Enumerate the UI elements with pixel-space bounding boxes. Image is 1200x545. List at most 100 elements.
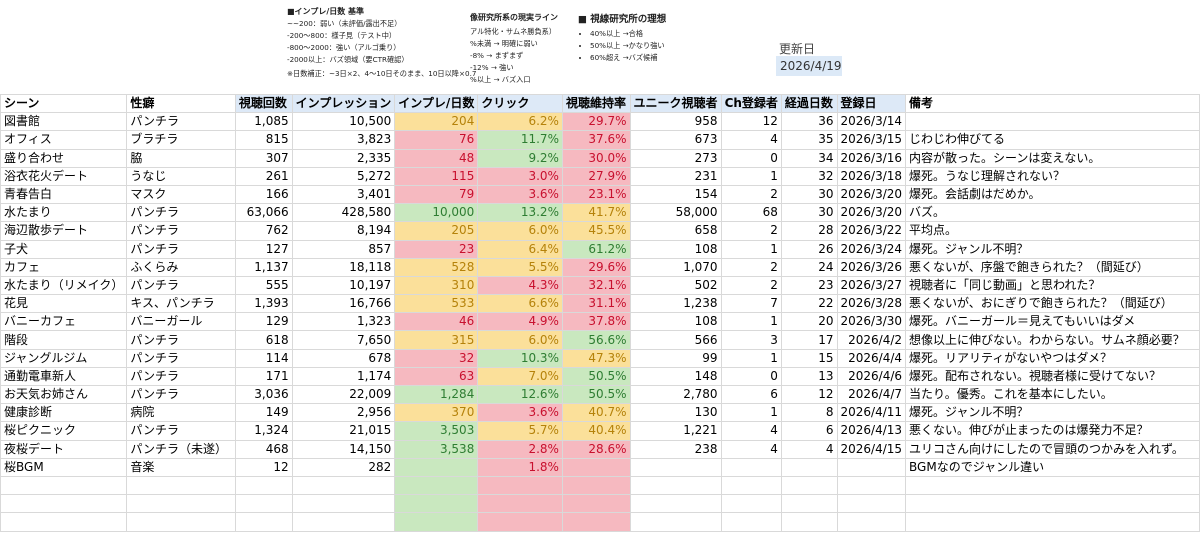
registered-date-cell[interactable]: 2026/3/14 — [836, 112, 907, 132]
impressions-per-day-cell[interactable]: 63 — [394, 366, 479, 387]
fetish-cell[interactable]: バニーガール — [126, 312, 236, 332]
click-rate-cell[interactable]: 3.0% — [477, 166, 563, 186]
click-rate-cell[interactable]: 3.6% — [477, 184, 563, 205]
impressions-cell[interactable]: 16,766 — [291, 294, 396, 314]
fetish-cell[interactable]: パンチラ — [126, 221, 236, 241]
retention-cell[interactable]: 31.1% — [561, 294, 631, 314]
unique-viewers-cell[interactable] — [629, 512, 722, 532]
scene-cell[interactable]: お天気お姉さん — [0, 384, 128, 405]
header-memo[interactable]: 備考 — [905, 93, 1200, 114]
fetish-cell[interactable]: ブラチラ — [126, 130, 236, 150]
views-cell[interactable]: 114 — [234, 348, 293, 368]
scene-cell[interactable]: オフィス — [0, 130, 128, 150]
click-rate-cell[interactable]: 11.7% — [477, 130, 563, 150]
retention-cell[interactable]: 37.8% — [561, 312, 631, 332]
unique-viewers-cell[interactable]: 99 — [629, 348, 722, 368]
memo-cell[interactable]: 爆死。会話劇はだめか。 — [905, 184, 1200, 205]
impressions-per-day-cell[interactable] — [394, 512, 479, 532]
impressions-cell[interactable] — [291, 494, 396, 514]
unique-viewers-cell[interactable]: 130 — [629, 403, 722, 423]
views-cell[interactable] — [234, 475, 293, 496]
registered-date-cell[interactable]: 2026/3/27 — [836, 275, 907, 296]
click-rate-cell[interactable]: 7.0% — [477, 366, 563, 387]
registered-date-cell[interactable]: 2026/4/13 — [836, 421, 907, 441]
unique-viewers-cell[interactable]: 108 — [629, 239, 722, 259]
registered-date-cell[interactable]: 2026/3/16 — [836, 148, 907, 168]
impressions-per-day-cell[interactable]: 310 — [394, 275, 479, 296]
registered-date-cell[interactable]: 2026/3/18 — [836, 166, 907, 186]
scene-cell[interactable]: 花見 — [0, 294, 128, 314]
memo-cell[interactable] — [905, 512, 1200, 532]
registered-date-cell[interactable] — [836, 512, 907, 532]
views-cell[interactable]: 129 — [234, 312, 293, 332]
registered-date-cell[interactable]: 2026/4/11 — [836, 403, 907, 423]
impressions-cell[interactable]: 14,150 — [291, 439, 396, 459]
retention-cell[interactable] — [561, 457, 631, 477]
impressions-cell[interactable]: 2,956 — [291, 403, 396, 423]
impressions-per-day-cell[interactable] — [394, 494, 479, 514]
elapsed-days-cell[interactable]: 15 — [780, 348, 838, 368]
registered-date-cell[interactable] — [836, 494, 907, 514]
click-rate-cell[interactable]: 6.2% — [477, 112, 563, 132]
impressions-per-day-cell[interactable]: 32 — [394, 348, 479, 368]
fetish-cell[interactable]: キス、パンチラ — [126, 294, 236, 314]
scene-cell[interactable] — [0, 475, 128, 496]
fetish-cell[interactable]: パンチラ — [126, 330, 236, 350]
click-rate-cell[interactable]: 6.4% — [477, 239, 563, 259]
subscribers-cell[interactable]: 2 — [720, 257, 782, 277]
click-rate-cell[interactable]: 5.7% — [477, 421, 563, 441]
fetish-cell[interactable]: 脇 — [126, 148, 236, 168]
subscribers-cell[interactable]: 12 — [720, 112, 782, 132]
registered-date-cell[interactable]: 2026/4/2 — [836, 330, 907, 350]
subscribers-cell[interactable]: 1 — [720, 403, 782, 423]
retention-cell[interactable] — [561, 494, 631, 514]
unique-viewers-cell[interactable]: 673 — [629, 130, 722, 150]
memo-cell[interactable]: 悪くないが、序盤で飽きられた？（間延び） — [905, 257, 1200, 277]
elapsed-days-cell[interactable]: 23 — [780, 275, 838, 296]
memo-cell[interactable]: BGMなのでジャンル違い — [905, 457, 1200, 477]
memo-cell[interactable]: 悪くない。伸びが止まったのは爆発力不足？ — [905, 421, 1200, 441]
memo-cell[interactable]: 爆死。リアリティがないやつはダメ？ — [905, 348, 1200, 368]
fetish-cell[interactable] — [126, 512, 236, 532]
elapsed-days-cell[interactable]: 30 — [780, 184, 838, 205]
impressions-per-day-cell[interactable] — [394, 475, 479, 496]
fetish-cell[interactable]: パンチラ — [126, 275, 236, 296]
click-rate-cell[interactable]: 12.6% — [477, 384, 563, 405]
impressions-per-day-cell[interactable]: 79 — [394, 184, 479, 205]
views-cell[interactable]: 555 — [234, 275, 293, 296]
subscribers-cell[interactable]: 1 — [720, 166, 782, 186]
subscribers-cell[interactable] — [720, 494, 782, 514]
views-cell[interactable]: 127 — [234, 239, 293, 259]
subscribers-cell[interactable]: 2 — [720, 275, 782, 296]
retention-cell[interactable]: 45.5% — [561, 221, 631, 241]
retention-cell[interactable]: 50.5% — [561, 366, 631, 387]
unique-viewers-cell[interactable]: 566 — [629, 330, 722, 350]
elapsed-days-cell[interactable]: 26 — [780, 239, 838, 259]
retention-cell[interactable]: 56.6% — [561, 330, 631, 350]
click-rate-cell[interactable]: 6.0% — [477, 330, 563, 350]
retention-cell[interactable]: 29.7% — [561, 112, 631, 132]
click-rate-cell[interactable]: 1.8% — [477, 457, 563, 477]
header-retention[interactable]: 視聴維持率 — [561, 93, 631, 114]
click-rate-cell[interactable]: 6.6% — [477, 294, 563, 314]
impressions-per-day-cell[interactable]: 533 — [394, 294, 479, 314]
elapsed-days-cell[interactable]: 36 — [780, 112, 838, 132]
views-cell[interactable]: 166 — [234, 184, 293, 205]
views-cell[interactable]: 1,085 — [234, 112, 293, 132]
unique-viewers-cell[interactable]: 958 — [629, 112, 722, 132]
scene-cell[interactable]: 図書館 — [0, 112, 128, 132]
unique-viewers-cell[interactable]: 273 — [629, 148, 722, 168]
click-rate-cell[interactable]: 13.2% — [477, 203, 563, 223]
impressions-per-day-cell[interactable]: 48 — [394, 148, 479, 168]
views-cell[interactable]: 815 — [234, 130, 293, 150]
fetish-cell[interactable]: パンチラ — [126, 203, 236, 223]
impressions-cell[interactable]: 857 — [291, 239, 396, 259]
retention-cell[interactable]: 47.3% — [561, 348, 631, 368]
retention-cell[interactable]: 27.9% — [561, 166, 631, 186]
header-click[interactable]: クリック — [477, 93, 563, 114]
scene-cell[interactable]: ジャングルジム — [0, 348, 128, 368]
fetish-cell[interactable]: パンチラ — [126, 421, 236, 441]
fetish-cell[interactable] — [126, 475, 236, 496]
scene-cell[interactable] — [0, 494, 128, 514]
elapsed-days-cell[interactable]: 22 — [780, 294, 838, 314]
